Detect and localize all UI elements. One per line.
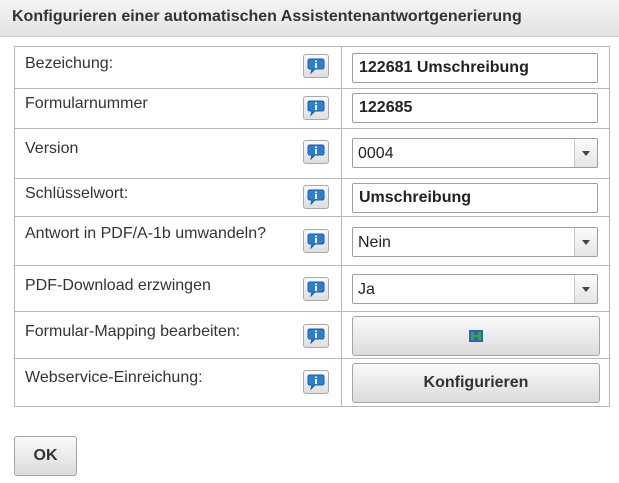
form-row-pdfa: Antwort in PDF/A-1b umwandeln? Nein <box>14 216 610 266</box>
select-value: 0004 <box>358 145 394 162</box>
row-label: Formularnummer <box>25 95 148 112</box>
form-row-webservice: Webservice-Einreichung: Konfigurieren <box>14 358 610 407</box>
schluesselwort-input[interactable] <box>352 183 598 213</box>
label-cell: Bezeichung: <box>14 46 342 89</box>
row-label: Schlüsselwort: <box>25 185 129 202</box>
field-cell: 0004 <box>341 128 610 179</box>
chevron-down-icon[interactable] <box>574 228 597 256</box>
form-row-schluesselwort: Schlüsselwort: <box>14 178 610 217</box>
label-cell: PDF-Download erzwingen <box>14 265 342 312</box>
dialog-titlebar: Konfigurieren einer automatischen Assist… <box>0 0 619 37</box>
field-cell <box>341 311 610 359</box>
label-cell: Version <box>14 128 342 179</box>
info-icon <box>307 281 325 297</box>
info-button-version[interactable] <box>303 140 329 164</box>
field-cell: Ja <box>341 265 610 312</box>
field-cell <box>341 88 610 129</box>
edit-mapping-button[interactable] <box>352 316 600 356</box>
label-cell: Formularnummer <box>14 88 342 129</box>
row-label: PDF-Download erzwingen <box>25 277 211 294</box>
pdfa-select[interactable]: Nein <box>352 227 598 257</box>
field-cell: Konfigurieren <box>341 358 610 407</box>
info-button-pdf-download[interactable] <box>303 277 329 301</box>
field-cell <box>341 178 610 217</box>
form-row-bezeichnung: Bezeichung: <box>14 46 610 89</box>
info-button-bezeichnung[interactable] <box>303 54 329 78</box>
ok-button[interactable]: OK <box>14 436 77 476</box>
row-label: Version <box>25 140 79 157</box>
dialog-title: Konfigurieren einer automatischen Assist… <box>12 8 522 25</box>
form-row-pdf-download: PDF-Download erzwingen Ja <box>14 265 610 312</box>
select-value: Ja <box>358 281 375 298</box>
info-icon <box>307 374 325 390</box>
label-cell: Webservice-Einreichung: <box>14 358 342 407</box>
info-icon <box>307 144 325 160</box>
label-cell: Antwort in PDF/A-1b umwandeln? <box>14 216 342 266</box>
info-icon <box>307 328 325 344</box>
label-cell: Schlüsselwort: <box>14 178 342 217</box>
row-label: Bezeichung: <box>25 55 114 72</box>
config-form-table: Bezeichung: Formularnummer Version <box>14 46 610 407</box>
row-label: Antwort in PDF/A-1b umwandeln? <box>25 225 266 242</box>
info-icon <box>307 58 325 74</box>
formularnummer-input[interactable] <box>352 93 598 123</box>
form-row-version: Version 0004 <box>14 128 610 179</box>
info-button-formularnummer[interactable] <box>303 96 329 120</box>
info-icon <box>307 100 325 116</box>
info-icon <box>307 233 325 249</box>
row-label: Formular-Mapping bearbeiten: <box>25 323 241 340</box>
select-value: Nein <box>358 234 391 251</box>
chevron-down-icon[interactable] <box>574 275 597 303</box>
form-row-mapping: Formular-Mapping bearbeiten: <box>14 311 610 359</box>
chevron-down-icon[interactable] <box>574 139 597 167</box>
info-button-schluesselwort[interactable] <box>303 185 329 209</box>
info-icon <box>307 189 325 205</box>
info-button-webservice[interactable] <box>303 370 329 394</box>
row-label: Webservice-Einreichung: <box>25 369 203 386</box>
bezeichnung-input[interactable] <box>352 53 598 83</box>
pdf-download-select[interactable]: Ja <box>352 274 598 304</box>
mapping-h-icon <box>469 330 483 342</box>
info-button-mapping[interactable] <box>303 324 329 348</box>
label-cell: Formular-Mapping bearbeiten: <box>14 311 342 359</box>
configure-webservice-button[interactable]: Konfigurieren <box>352 363 600 403</box>
info-button-pdfa[interactable] <box>303 229 329 253</box>
form-row-formularnummer: Formularnummer <box>14 88 610 129</box>
version-select[interactable]: 0004 <box>352 138 598 168</box>
field-cell <box>341 46 610 89</box>
field-cell: Nein <box>341 216 610 266</box>
